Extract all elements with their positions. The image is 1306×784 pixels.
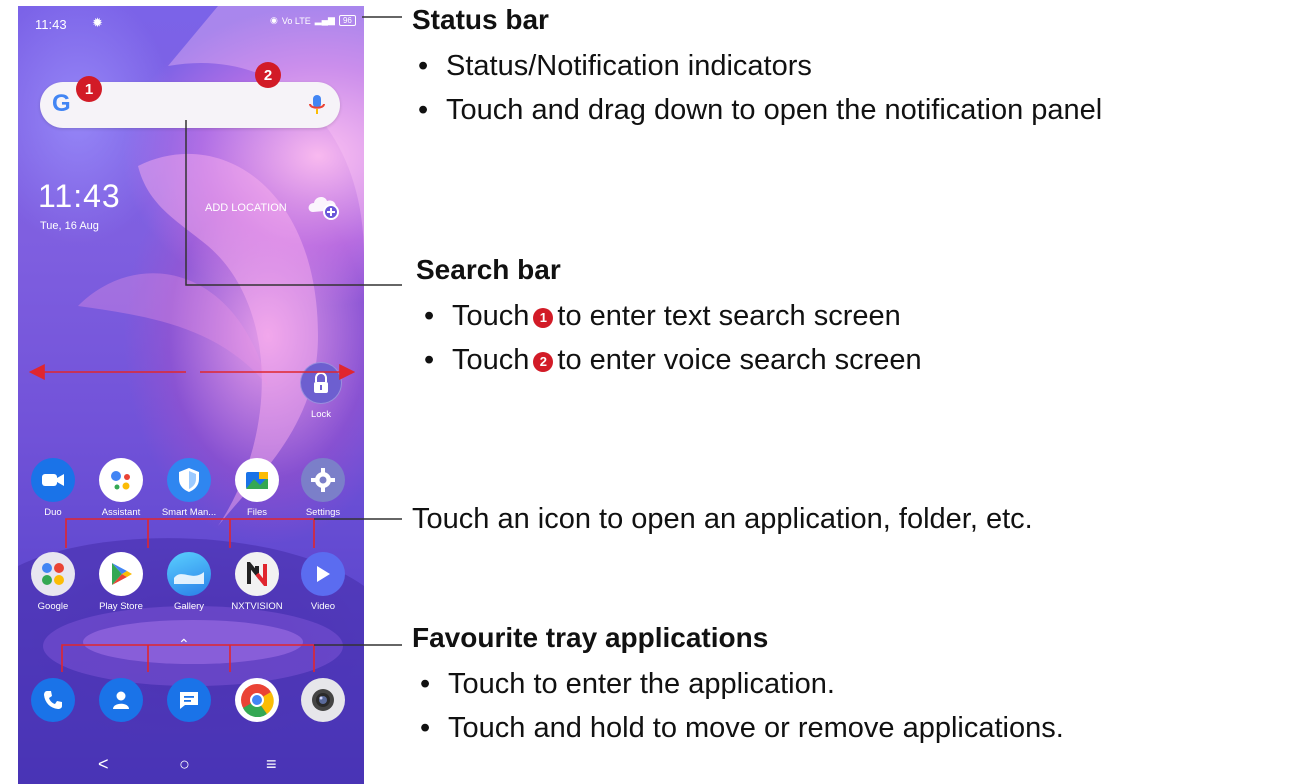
lock-label: Lock — [310, 409, 332, 420]
duo-icon[interactable] — [31, 458, 75, 502]
bullet-marker: • — [424, 344, 435, 376]
app-files[interactable]: Files — [222, 458, 292, 518]
clock-widget-date: Tue, 16 Aug — [40, 220, 99, 232]
mic-icon[interactable] — [306, 93, 328, 117]
clock-widget-time[interactable]: 11:43 — [38, 178, 121, 215]
bullet-marker: • — [418, 50, 429, 82]
bullet-marker: • — [420, 668, 431, 700]
bullet-text: Touch and hold to move or remove applica… — [448, 712, 1064, 744]
gear-icon[interactable] — [301, 458, 345, 502]
nav-home-button[interactable]: ○ — [179, 754, 190, 775]
app-label: Assistant — [101, 507, 141, 518]
nav-back-button[interactable]: < — [98, 754, 109, 775]
app-label: Smart Man... — [161, 507, 217, 518]
search-bar-bullet-2: • Touch 2 to enter voice search screen — [424, 344, 922, 377]
bullet-text-post: to enter voice search screen — [557, 344, 922, 376]
tray-phone[interactable] — [18, 678, 88, 722]
app-label: Duo — [44, 507, 62, 518]
favourite-tray-bullet-1: • Touch to enter the application. — [420, 668, 835, 701]
status-time: 11:43 — [35, 17, 67, 32]
nfc-icon: ◉ — [270, 15, 278, 25]
favourite-tray-bullet-2: • Touch and hold to move or remove applic… — [420, 712, 1064, 745]
app-smart-manager[interactable]: Smart Man... — [154, 458, 224, 518]
bullet-marker: • — [424, 300, 435, 332]
tray-camera[interactable] — [288, 678, 358, 722]
callout-2-badge: 2 — [255, 62, 281, 88]
google-folder-icon[interactable] — [31, 552, 75, 596]
camera-icon[interactable] — [301, 678, 345, 722]
app-nxtvision[interactable]: NXTVISION — [222, 552, 292, 612]
icons-description: Touch an icon to open an application, fo… — [412, 503, 1033, 535]
nxtvision-icon[interactable] — [235, 552, 279, 596]
nav-recents-button[interactable]: ≡ — [266, 754, 277, 775]
tray-contacts[interactable] — [86, 678, 156, 722]
network-type-label: Vo LTE — [281, 15, 311, 26]
status-bar-bullet-1: • Status/Notification indicators — [418, 50, 812, 83]
shield-icon[interactable] — [167, 458, 211, 502]
app-label: Gallery — [173, 601, 205, 612]
weather-cloud-icon[interactable] — [305, 190, 341, 220]
bullet-text: Touch to enter the application. — [448, 668, 835, 700]
signal-icon: ▂▄▆ — [314, 15, 335, 25]
app-gallery[interactable]: Gallery — [154, 552, 224, 612]
messages-icon[interactable] — [167, 678, 211, 722]
callout-1-inline-badge: 1 — [533, 307, 554, 328]
files-icon[interactable] — [235, 458, 279, 502]
app-label: Video — [310, 601, 336, 612]
battery-icon: 96 — [338, 15, 356, 26]
favourite-tray-title: Favourite tray applications — [412, 622, 769, 653]
app-video[interactable]: Video — [288, 552, 358, 612]
settings-gear-icon: ✹ — [92, 15, 103, 30]
status-indicators: ◉ Vo LTE ▂▄▆ 96 — [270, 15, 356, 26]
lock-icon[interactable] — [300, 362, 342, 404]
gallery-icon[interactable] — [167, 552, 211, 596]
video-icon[interactable] — [301, 552, 345, 596]
play-store-icon[interactable] — [99, 552, 143, 596]
app-settings[interactable]: Settings — [288, 458, 358, 518]
search-bar-bullet-1: • Touch 1 to enter text search screen — [424, 300, 901, 333]
app-play-store[interactable]: Play Store — [86, 552, 156, 612]
bullet-marker: • — [418, 94, 429, 126]
app-label: Files — [246, 507, 268, 518]
tray-chrome[interactable] — [222, 678, 292, 722]
bullet-text-pre: Touch — [452, 344, 530, 376]
add-location-button[interactable]: ADD LOCATION — [205, 202, 287, 214]
google-logo-icon[interactable]: G — [52, 90, 71, 118]
app-label: Settings — [305, 507, 341, 518]
app-assistant[interactable]: Assistant — [86, 458, 156, 518]
phone-screen: 11:43 ✹ ◉ Vo LTE ▂▄▆ 96 G 1 2 11:43 Tue,… — [18, 6, 364, 784]
phone-icon[interactable] — [31, 678, 75, 722]
bullet-text-pre: Touch — [452, 300, 530, 332]
app-google-folder[interactable]: Google — [18, 552, 88, 612]
app-label: Google — [37, 601, 69, 612]
bullet-text: Status/Notification indicators — [446, 50, 812, 82]
bullet-text-post: to enter text search screen — [557, 300, 901, 332]
bullet-text: Touch and drag down to open the notifica… — [446, 94, 1103, 126]
status-bar-bullet-2: • Touch and drag down to open the notific… — [418, 94, 1102, 127]
search-bar-title: Search bar — [416, 254, 561, 285]
app-label: NXTVISION — [231, 601, 283, 612]
app-duo[interactable]: Duo — [18, 458, 88, 518]
contacts-icon[interactable] — [99, 678, 143, 722]
lock-shortcut[interactable]: Lock — [286, 362, 356, 420]
callout-1-badge: 1 — [76, 76, 102, 102]
app-label: Play Store — [99, 601, 143, 612]
assistant-icon[interactable] — [99, 458, 143, 502]
status-bar-title: Status bar — [412, 4, 549, 35]
tray-messages[interactable] — [154, 678, 224, 722]
callout-2-inline-badge: 2 — [533, 351, 554, 372]
app-drawer-chevron-up-icon[interactable]: ⌃ — [178, 636, 190, 653]
chrome-icon[interactable] — [235, 678, 279, 722]
bullet-marker: • — [420, 712, 431, 744]
